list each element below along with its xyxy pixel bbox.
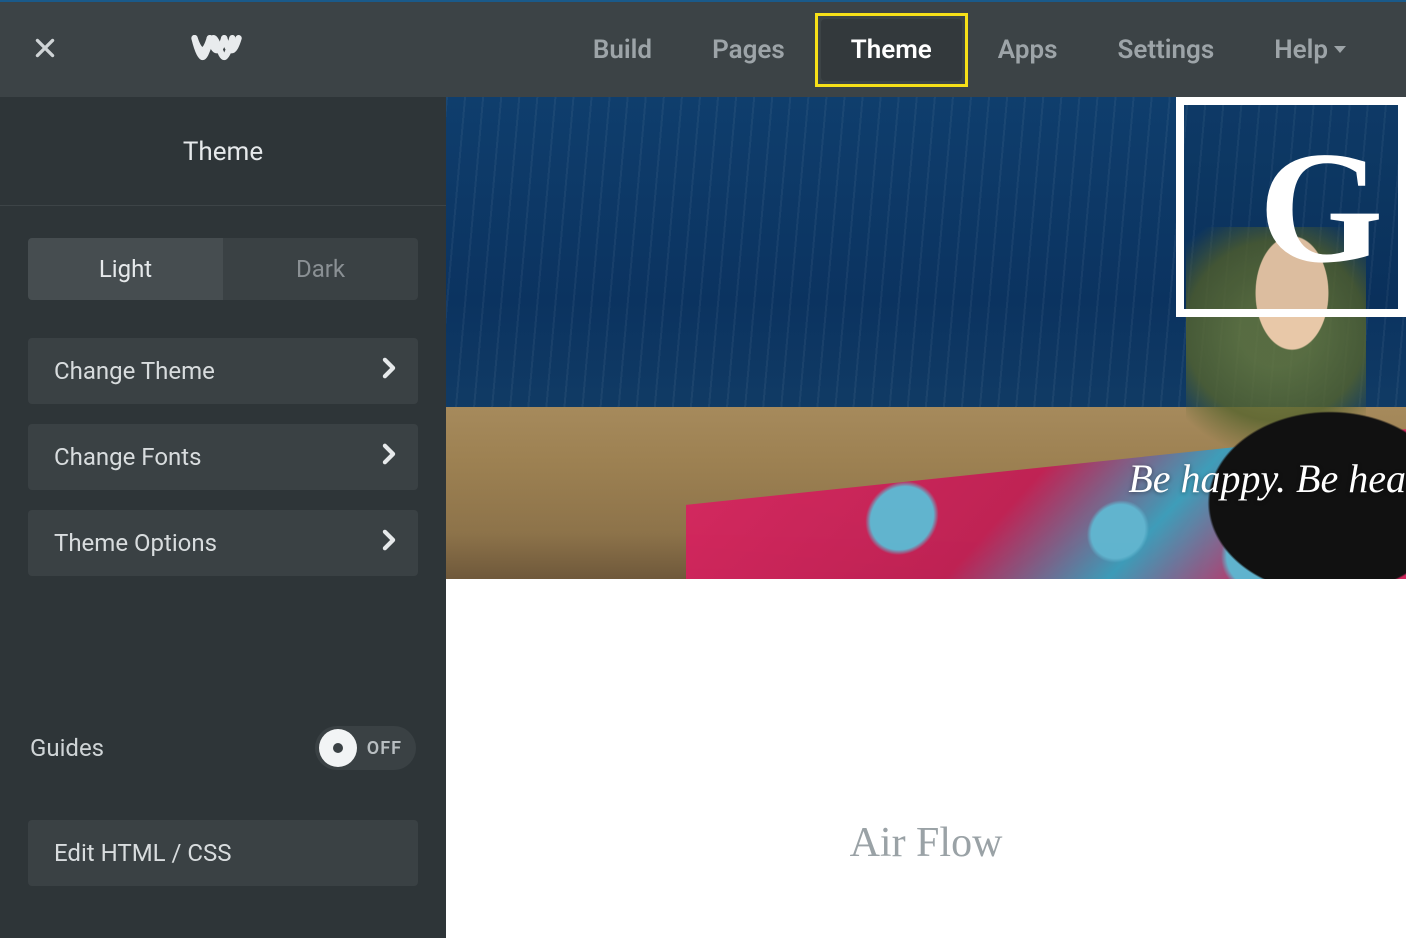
toggle-light[interactable]: Light [28, 238, 223, 300]
close-icon [32, 35, 58, 65]
menu-item-label: Theme Options [54, 529, 217, 557]
tab-theme[interactable]: Theme [821, 19, 962, 81]
chevron-down-icon [1334, 46, 1346, 53]
hero-section: G Be happy. Be hea [446, 97, 1406, 579]
guides-row: Guides OFF [28, 726, 418, 770]
toggle-dark[interactable]: Dark [223, 238, 418, 300]
chevron-right-icon [382, 357, 396, 385]
chevron-right-icon [382, 529, 396, 557]
tab-help-label: Help [1274, 35, 1328, 65]
chevron-right-icon [382, 443, 396, 471]
sidebar-title: Theme [0, 97, 446, 206]
weebly-logo-icon [190, 27, 244, 73]
tab-theme-highlight: Theme [815, 13, 968, 87]
hero-tagline: Be happy. Be hea [1128, 455, 1406, 502]
tab-build[interactable]: Build [563, 19, 682, 81]
menu-change-fonts[interactable]: Change Fonts [28, 424, 418, 490]
top-nav: Build Pages Theme Apps Settings Help [0, 0, 1406, 97]
edit-html-css-label: Edit HTML / CSS [54, 839, 232, 867]
tab-apps[interactable]: Apps [968, 19, 1088, 81]
tab-pages[interactable]: Pages [682, 19, 815, 81]
guides-label: Guides [30, 734, 104, 762]
tab-settings[interactable]: Settings [1087, 19, 1244, 81]
weebly-logo[interactable] [190, 27, 244, 73]
site-logo-box: G [1176, 97, 1406, 317]
edit-html-css-button[interactable]: Edit HTML / CSS [28, 820, 418, 886]
menu-item-label: Change Fonts [54, 443, 202, 471]
sidebar-menu: Change Theme Change Fonts Theme Options [28, 338, 418, 576]
content-section-title: Air Flow [446, 819, 1406, 867]
toggle-knob-icon [319, 729, 357, 767]
theme-mode-toggle: Light Dark [28, 238, 418, 300]
site-logo-letter: G [1259, 127, 1383, 287]
nav-tabs: Build Pages Theme Apps Settings Help [563, 2, 1376, 97]
menu-theme-options[interactable]: Theme Options [28, 510, 418, 576]
site-preview: G Be happy. Be hea Air Flow [446, 97, 1406, 938]
menu-change-theme[interactable]: Change Theme [28, 338, 418, 404]
close-button[interactable] [30, 35, 60, 65]
tab-help[interactable]: Help [1244, 19, 1376, 81]
guides-state: OFF [367, 738, 402, 759]
sidebar: Theme Light Dark Change Theme Change Fon… [0, 97, 446, 938]
menu-item-label: Change Theme [54, 357, 215, 385]
guides-toggle[interactable]: OFF [315, 726, 416, 770]
